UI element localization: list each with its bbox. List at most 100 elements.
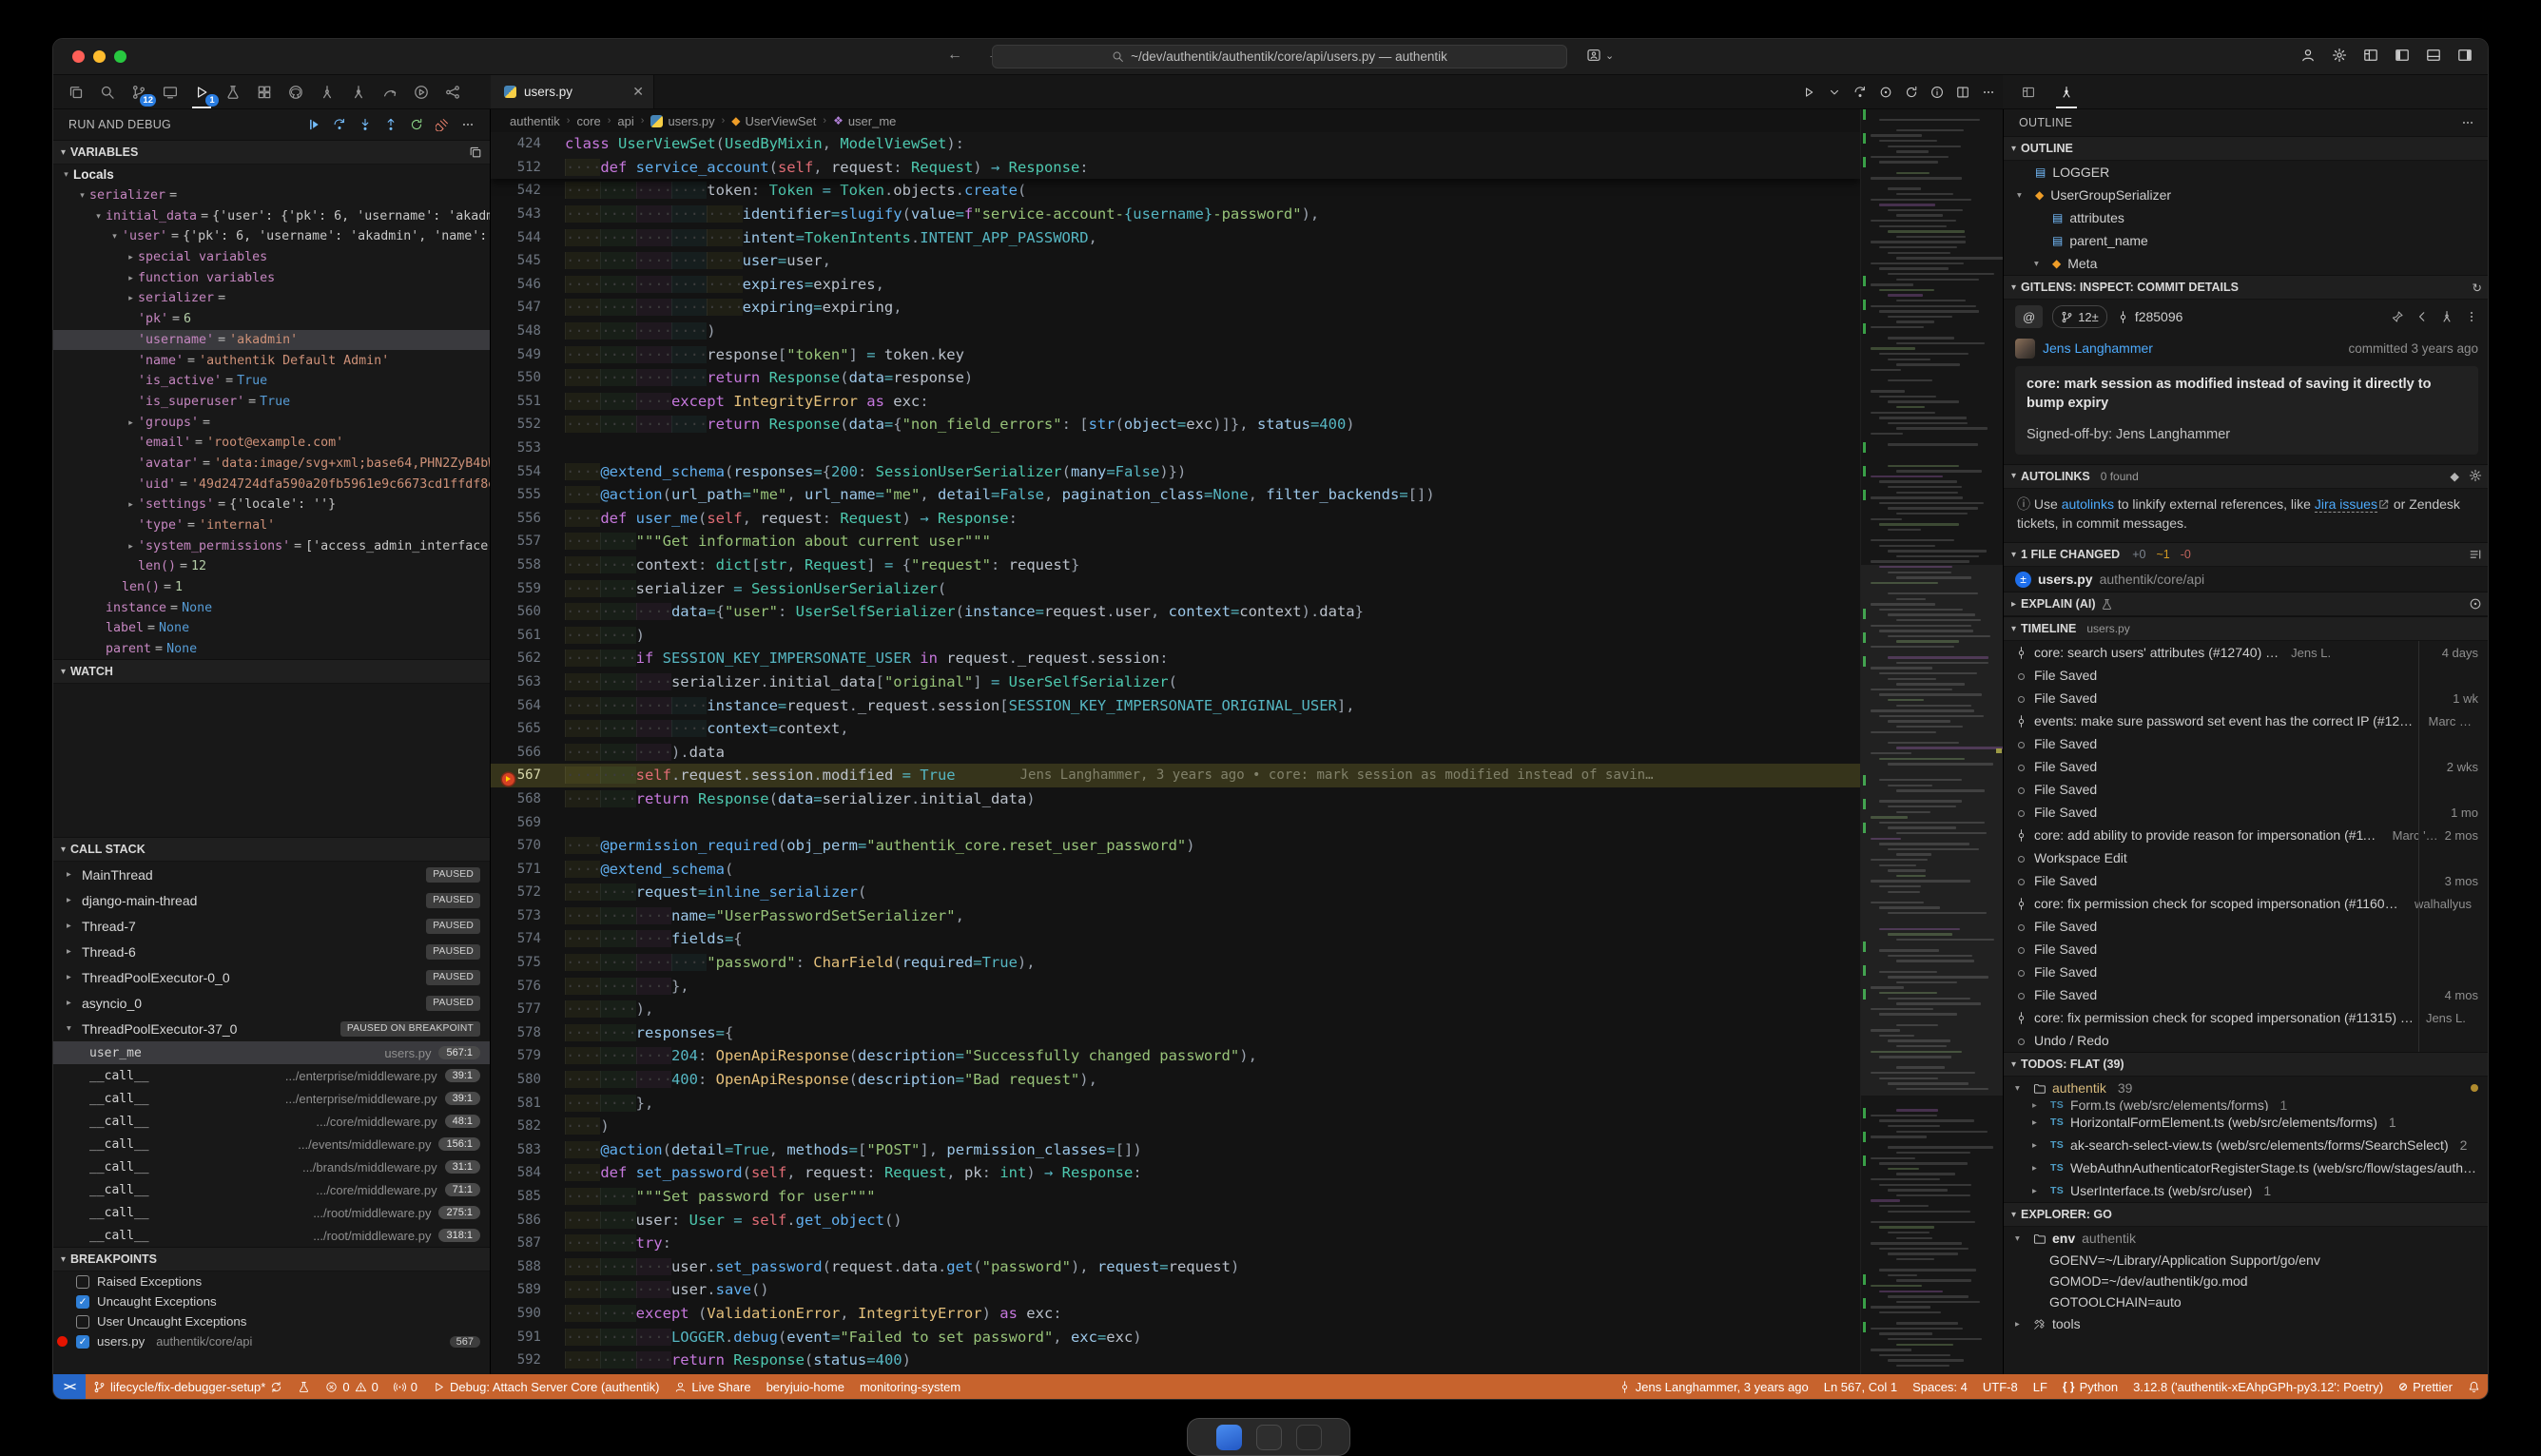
activity-testing[interactable] <box>222 80 244 105</box>
account-menu-button[interactable]: ⌄ <box>1586 48 1614 63</box>
activity-explorer[interactable] <box>65 80 87 105</box>
code-line-585[interactable]: 585········"""Set password for user""" <box>491 1185 1860 1209</box>
graph-icon[interactable] <box>2440 310 2454 323</box>
activity-connections[interactable] <box>441 80 464 105</box>
code-line-548[interactable]: 548················) <box>491 320 1860 343</box>
statusbar-prettier[interactable]: ⊘Prettier <box>2391 1374 2460 1399</box>
variable-row[interactable]: ▸serializer= <box>53 288 490 309</box>
code-line-589[interactable]: 589············user.save() <box>491 1278 1860 1302</box>
activity-extensions[interactable] <box>253 80 276 105</box>
statusbar-notifications[interactable] <box>2460 1374 2488 1399</box>
code-line-573[interactable]: 573············name="UserPasswordSetSeri… <box>491 904 1860 928</box>
code-line-564[interactable]: 564················instance=request._req… <box>491 693 1860 717</box>
code-line-571[interactable]: 571····@extend_schema( <box>491 857 1860 881</box>
autolinks-settings-icon[interactable] <box>2469 469 2482 483</box>
split-editor-icon[interactable] <box>1956 86 1969 99</box>
sticky-code-line[interactable]: 512····def service_account(self, request… <box>491 156 1860 180</box>
code-line-581[interactable]: 581········}, <box>491 1091 1860 1115</box>
explain-settings-icon[interactable] <box>2469 597 2482 611</box>
dock-app-1[interactable] <box>1216 1425 1242 1450</box>
activity-gitlens-inspect[interactable] <box>347 80 370 105</box>
person-icon[interactable] <box>2300 48 2316 63</box>
thread-row[interactable]: ▸MainThreadPAUSED <box>53 862 490 887</box>
code-line-587[interactable]: 587········try: <box>491 1232 1860 1255</box>
code-line-568[interactable]: 568········return Response(data=serializ… <box>491 787 1860 811</box>
activity-live-share[interactable] <box>378 80 401 105</box>
explain-ai-section-header[interactable]: ▸EXPLAIN (AI) <box>2004 592 2489 616</box>
thread-row[interactable]: ▸asyncio_0PAUSED <box>53 990 490 1016</box>
code-line-592[interactable]: 592············return Response(status=40… <box>491 1349 1860 1372</box>
timeline-item[interactable]: File Saved <box>2004 938 2489 961</box>
commit-sha[interactable]: f285096 <box>2117 309 2183 324</box>
activity-remote-explorer[interactable] <box>159 80 182 105</box>
close-window-button[interactable] <box>72 50 85 63</box>
code-line-578[interactable]: 578········responses={ <box>491 1021 1860 1045</box>
variable-row[interactable]: 'username'='akadmin' <box>53 330 490 351</box>
panelB-icon[interactable] <box>2426 48 2441 63</box>
variable-row[interactable]: ▸function variables <box>53 267 490 288</box>
sticky-code-line[interactable]: 424class UserViewSet(UsedByMixin, ModelV… <box>491 132 1860 156</box>
variable-row[interactable]: 'email'='root@example.com' <box>53 433 490 454</box>
watch-section-header[interactable]: ▾WATCH <box>53 659 490 684</box>
code-area[interactable]: 542················token: Token = Token.… <box>491 179 1860 1374</box>
stack-frame-row[interactable]: user_meusers.py567:1 <box>53 1041 490 1064</box>
code-line-574[interactable]: 574············fields={ <box>491 927 1860 951</box>
code-line-584[interactable]: 584····def set_password(self, request: R… <box>491 1161 1860 1185</box>
stack-frame-row[interactable]: __call__.../root/middleware.py275:1 <box>53 1201 490 1224</box>
timeline-item[interactable]: Undo / Redo <box>2004 1029 2489 1052</box>
timeline-item[interactable]: File Saved4 mos <box>2004 983 2489 1006</box>
search-commit-button[interactable]: @ <box>2015 305 2043 328</box>
variable-row[interactable]: ▸'groups'= <box>53 412 490 433</box>
variable-row[interactable]: parent=None <box>53 639 490 659</box>
todo-item[interactable]: ▸TSUserInterface.ts (web/src/user)1 <box>2004 1179 2489 1202</box>
activity-runme[interactable] <box>410 80 433 105</box>
code-line-544[interactable]: 544····················intent=TokenInten… <box>491 225 1860 249</box>
go-env-row[interactable]: ▾envauthentik <box>2004 1227 2489 1250</box>
go-env-item[interactable]: GOTOOLCHAIN=auto <box>2004 1291 2489 1312</box>
thread-row[interactable]: ▸Thread-7PAUSED <box>53 913 490 939</box>
thread-row[interactable]: ▸ThreadPoolExecutor-0_0PAUSED <box>53 964 490 990</box>
timeline-item[interactable]: File Saved <box>2004 732 2489 755</box>
code-line-560[interactable]: 560············data={"user": UserSelfSer… <box>491 600 1860 624</box>
timeline-item[interactable]: File Saved2 wks <box>2004 755 2489 778</box>
commit-author-link[interactable]: Jens Langhammer <box>2043 340 2153 356</box>
outline-item-LOGGER[interactable]: ▤LOGGER <box>2004 161 2489 184</box>
variable-row[interactable]: ▾initial_data={'user': {'pk': 6, 'userna… <box>53 205 490 226</box>
timeline-item[interactable]: core: fix permission check for scoped im… <box>2004 1006 2489 1029</box>
code-line-557[interactable]: 557········"""Get information about curr… <box>491 530 1860 553</box>
statusbar-python-interpreter[interactable]: 3.12.8 ('authentik-xEAhpGPh-py3.12': Poe… <box>2125 1374 2391 1399</box>
code-line-569[interactable]: 569 <box>491 810 1860 834</box>
gitlens-section-header[interactable]: ▾GITLENS: INSPECT: COMMIT DETAILS ↻ <box>2004 275 2489 300</box>
stack-frame-row[interactable]: __call__.../core/middleware.py48:1 <box>53 1110 490 1133</box>
changed-file-row[interactable]: ± users.py authentik/core/api <box>2004 567 2489 592</box>
file-changed-section-header[interactable]: ▾1 FILE CHANGED +0~1-0 <box>2004 542 2489 567</box>
variable-row[interactable]: ▸'system_permissions'=['access_admin_int… <box>53 535 490 556</box>
stack-frame-row[interactable]: __call__.../root/middleware.py318:1 <box>53 1224 490 1247</box>
code-line-580[interactable]: 580············400: OpenApiResponse(desc… <box>491 1068 1860 1092</box>
code-line-554[interactable]: 554····@extend_schema(responses={200: Se… <box>491 459 1860 483</box>
variable-row[interactable]: instance=None <box>53 597 490 618</box>
back-icon[interactable] <box>2415 310 2429 323</box>
breakpoint-row[interactable]: ✓Uncaught Exceptions <box>53 1291 490 1311</box>
outline-item-attributes[interactable]: ▤attributes <box>2004 206 2489 229</box>
timeline-item[interactable]: events: make sure password set event has… <box>2004 709 2489 732</box>
statusbar-encoding[interactable]: UTF-8 <box>1975 1374 2026 1399</box>
statusbar-git-branch[interactable]: lifecycle/fix-debugger-setup* <box>86 1374 290 1399</box>
timeline-item[interactable]: File Saved <box>2004 961 2489 983</box>
timeline-section-header[interactable]: ▾TIMELINEusers.py <box>2004 616 2489 641</box>
statusbar-beryjuio-home[interactable]: beryjuio-home <box>759 1374 852 1399</box>
debug-restart-button[interactable] <box>410 118 423 131</box>
stack-frame-row[interactable]: __call__.../core/middleware.py71:1 <box>53 1178 490 1201</box>
breakpoint-row[interactable]: Raised Exceptions <box>53 1272 490 1291</box>
minimize-window-button[interactable] <box>93 50 106 63</box>
code-line-576[interactable]: 576············}, <box>491 974 1860 998</box>
code-line-572[interactable]: 572········request=inline_serializer( <box>491 881 1860 904</box>
autolinks-diamond-icon[interactable]: ◆ <box>2450 469 2459 483</box>
variable-row[interactable]: 'is_superuser'=True <box>53 392 490 413</box>
go-tools-row[interactable]: ▸tools <box>2004 1312 2489 1335</box>
more-actions-icon[interactable] <box>1982 86 1995 99</box>
stack-frame-row[interactable]: __call__.../brands/middleware.py31:1 <box>53 1155 490 1178</box>
nav-back-icon[interactable]: ← <box>947 47 962 64</box>
kebab-icon[interactable] <box>2465 310 2478 323</box>
refresh-icon[interactable]: ↻ <box>2473 281 2482 295</box>
